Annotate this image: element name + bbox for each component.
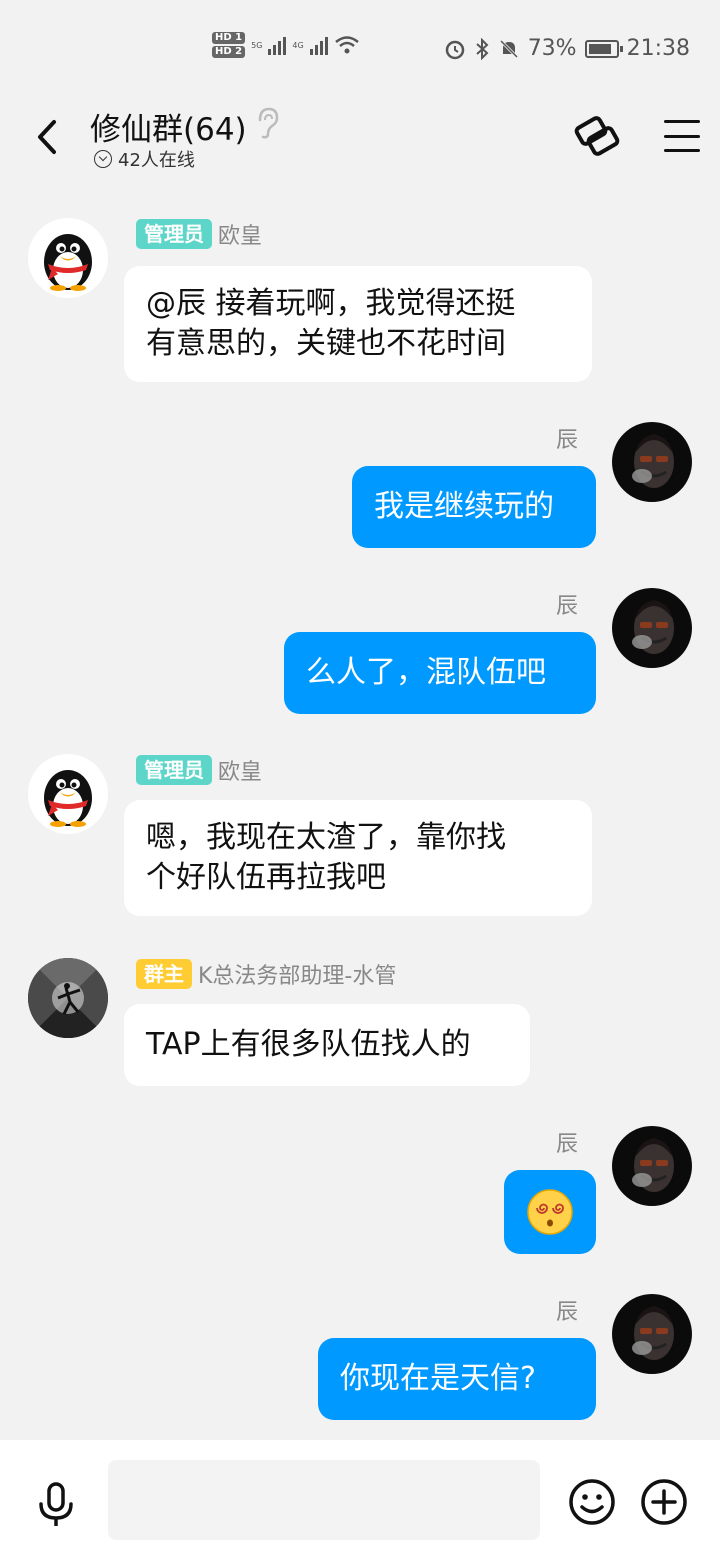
sender-name[interactable]: 欧皇 <box>218 218 262 250</box>
message-text: TAP上有很多队伍找人的 <box>146 1027 471 1062</box>
message-bubble[interactable]: 嗯，我现在太渣了，靠你找 个好队伍再拉我吧 <box>124 800 592 916</box>
message-bubble[interactable] <box>504 1170 596 1254</box>
qq-penguin-icon <box>44 234 92 291</box>
user-photo-icon <box>632 1138 674 1192</box>
smiley-icon[interactable] <box>568 1478 616 1526</box>
sender-name[interactable]: 欧皇 <box>218 754 262 786</box>
message-bubble[interactable]: 么人了，混队伍吧 <box>284 632 596 714</box>
online-count: 42人在线 <box>118 150 195 171</box>
ear-icon[interactable] <box>254 106 280 140</box>
qq-penguin-icon <box>44 770 92 827</box>
signal-icon <box>268 35 287 55</box>
message-text-line: 嗯，我现在太渣了，靠你找 <box>146 820 506 855</box>
input-bar <box>0 1440 720 1560</box>
hd2-badge: HD 2 <box>212 46 246 58</box>
avatar-chen[interactable] <box>612 588 692 668</box>
message-text: 么人了，混队伍吧 <box>306 655 546 690</box>
battery-percent: 73% <box>527 36 577 61</box>
message-meta: 管理员 欧皇 <box>136 754 262 786</box>
clock: 21:38 <box>626 36 690 61</box>
hd-indicators: HD 1 HD 2 <box>212 32 246 58</box>
avatar-chen[interactable] <box>612 1126 692 1206</box>
online-status[interactable]: 42人在线 <box>94 146 195 172</box>
user-photo-icon <box>632 600 674 654</box>
battery-icon <box>584 39 623 58</box>
owner-badge: 群主 <box>136 959 192 989</box>
message-text: 我是继续玩的 <box>374 489 554 524</box>
avatar-water-pipe[interactable] <box>28 958 108 1038</box>
sender-name[interactable]: K总法务部助理-水管 <box>198 958 396 990</box>
message-bubble[interactable]: @辰 接着玩啊，我觉得还挺 有意思的，关键也不花时间 <box>124 266 592 382</box>
alarm-icon <box>445 40 464 59</box>
message-meta: 辰 <box>556 1126 578 1158</box>
status-bar: HD 1 HD 2 5G 4G 73% 21:38 <box>0 0 720 92</box>
sender-name[interactable]: 辰 <box>556 1126 578 1158</box>
user-photo-icon <box>632 434 674 488</box>
menu-icon[interactable] <box>664 120 700 152</box>
sender-name[interactable]: 辰 <box>556 422 578 454</box>
message-bubble[interactable]: 你现在是天信? <box>318 1338 596 1420</box>
signal-icon-2 <box>309 35 328 55</box>
sender-name[interactable]: 辰 <box>556 588 578 620</box>
user-photo-icon <box>632 1306 674 1360</box>
message-meta: 群主 K总法务部助理-水管 <box>136 958 396 990</box>
avatar-ouhuang[interactable] <box>28 218 108 298</box>
status-left: HD 1 HD 2 5G 4G <box>212 32 360 58</box>
message-meta: 辰 <box>556 422 578 454</box>
avatar-chen[interactable] <box>612 422 692 502</box>
message-text-line: 有意思的，关键也不花时间 <box>146 326 506 361</box>
message-bubble[interactable]: TAP上有很多队伍找人的 <box>124 1004 530 1086</box>
message-meta: 辰 <box>556 588 578 620</box>
bluetooth-icon <box>476 37 489 60</box>
wifi-icon <box>334 36 359 54</box>
admin-badge: 管理员 <box>136 219 212 249</box>
message-text-line: @辰 接着玩啊，我觉得还挺 <box>146 286 516 321</box>
sender-name[interactable]: 辰 <box>556 1294 578 1326</box>
chevron-down-icon <box>94 150 112 168</box>
plus-icon[interactable] <box>640 1478 688 1526</box>
hd1-badge: HD 1 <box>212 32 246 44</box>
link-share-icon[interactable] <box>572 112 622 158</box>
avatar-chen[interactable] <box>612 1294 692 1374</box>
avatar-ouhuang[interactable] <box>28 754 108 834</box>
message-input[interactable] <box>108 1460 540 1540</box>
back-arrow-icon[interactable] <box>30 112 66 162</box>
chat-header: 修仙群(64) 42人在线 <box>0 92 720 192</box>
network-5g-label: 5G <box>251 40 263 50</box>
message-meta: 辰 <box>556 1294 578 1326</box>
message-meta: 管理员 欧皇 <box>136 218 262 250</box>
network-4g-label: 4G <box>292 40 304 50</box>
admin-badge: 管理员 <box>136 755 212 785</box>
status-right: 73% 21:38 <box>444 36 690 61</box>
message-text: 你现在是天信? <box>340 1361 536 1396</box>
microphone-icon[interactable] <box>36 1482 76 1528</box>
message-text-line: 个好队伍再拉我吧 <box>146 860 386 895</box>
user-photo-icon <box>28 958 108 1038</box>
dizzy-face-emoji-icon <box>527 1189 573 1235</box>
message-bubble[interactable]: 我是继续玩的 <box>352 466 596 548</box>
mute-bell-icon <box>499 39 518 58</box>
group-title[interactable]: 修仙群(64) <box>90 104 247 149</box>
